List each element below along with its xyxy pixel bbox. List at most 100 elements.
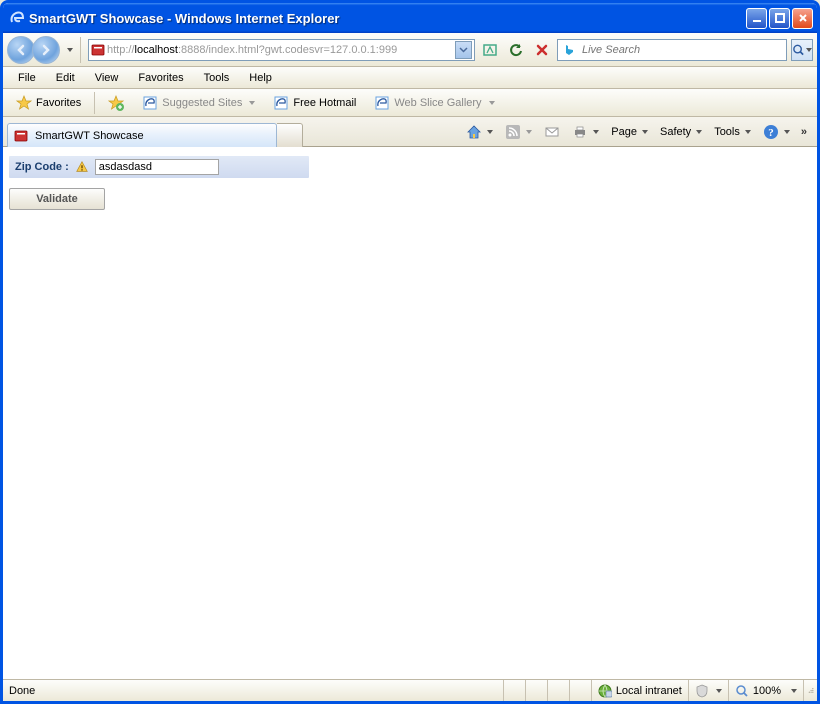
search-box[interactable] bbox=[557, 39, 787, 61]
svg-text:?: ? bbox=[768, 127, 774, 139]
ie-page-icon bbox=[142, 95, 158, 111]
web-slice-gallery-link[interactable]: Web Slice Gallery bbox=[367, 92, 501, 114]
print-button[interactable] bbox=[567, 121, 604, 143]
search-input[interactable] bbox=[580, 43, 782, 57]
status-slot bbox=[525, 680, 547, 701]
ie-logo-icon bbox=[9, 10, 25, 26]
forward-button[interactable] bbox=[32, 36, 60, 64]
overflow-button[interactable]: » bbox=[797, 126, 811, 138]
tools-label: Tools bbox=[714, 126, 740, 138]
maximize-button[interactable] bbox=[769, 8, 790, 29]
zip-code-row: Zip Code : bbox=[9, 156, 309, 178]
star-add-icon bbox=[108, 95, 124, 111]
chevron-down-icon bbox=[526, 130, 532, 134]
ie-page-icon bbox=[273, 95, 289, 111]
validate-button[interactable]: Validate bbox=[9, 188, 105, 210]
menu-file[interactable]: File bbox=[9, 69, 45, 87]
bing-icon bbox=[562, 43, 576, 57]
window-controls bbox=[746, 8, 813, 29]
security-zone[interactable]: Local intranet bbox=[591, 680, 688, 701]
favorites-bar: Favorites Suggested Sites Free Hotmail bbox=[3, 89, 817, 117]
safety-label: Safety bbox=[660, 126, 691, 138]
site-icon bbox=[14, 128, 30, 144]
window-title: SmartGWT Showcase - Windows Internet Exp… bbox=[29, 11, 746, 26]
compat-view-button[interactable] bbox=[479, 39, 501, 61]
globe-icon bbox=[598, 684, 612, 698]
chevron-down-icon bbox=[593, 130, 599, 134]
chevron-down-icon bbox=[696, 130, 702, 134]
close-button[interactable] bbox=[792, 8, 813, 29]
stop-button[interactable] bbox=[531, 39, 553, 61]
tab-label: SmartGWT Showcase bbox=[35, 130, 144, 142]
suggested-sites-label: Suggested Sites bbox=[162, 97, 242, 109]
chevron-down-icon bbox=[716, 689, 722, 693]
menu-bar: File Edit View Favorites Tools Help bbox=[3, 67, 817, 89]
chevron-down-icon bbox=[784, 130, 790, 134]
chevron-down-icon bbox=[745, 130, 751, 134]
zoom-control[interactable]: 100% bbox=[728, 680, 803, 701]
feeds-button[interactable] bbox=[500, 121, 537, 143]
warning-icon bbox=[75, 160, 89, 174]
protected-mode-button[interactable] bbox=[688, 680, 728, 701]
tab-bar: SmartGWT Showcase Page bbox=[3, 117, 817, 147]
favorites-label: Favorites bbox=[36, 97, 81, 109]
free-hotmail-label: Free Hotmail bbox=[293, 97, 356, 109]
menu-view[interactable]: View bbox=[86, 69, 128, 87]
back-button[interactable] bbox=[7, 36, 35, 64]
titlebar: SmartGWT Showcase - Windows Internet Exp… bbox=[3, 3, 817, 33]
separator bbox=[80, 37, 81, 63]
refresh-button[interactable] bbox=[505, 39, 527, 61]
tab-smartgwt-showcase[interactable]: SmartGWT Showcase bbox=[7, 123, 277, 147]
zoom-level-label: 100% bbox=[753, 685, 781, 697]
resize-grip[interactable] bbox=[803, 680, 817, 701]
zip-code-label: Zip Code : bbox=[15, 161, 69, 173]
add-to-favorites-button[interactable] bbox=[101, 92, 131, 114]
zoom-icon bbox=[735, 684, 749, 698]
status-slot bbox=[547, 680, 569, 701]
search-go-button[interactable] bbox=[791, 39, 813, 61]
chevron-down-icon bbox=[249, 101, 255, 105]
suggested-sites-link[interactable]: Suggested Sites bbox=[135, 92, 262, 114]
menu-help[interactable]: Help bbox=[240, 69, 281, 87]
menu-edit[interactable]: Edit bbox=[47, 69, 84, 87]
safety-menu-button[interactable]: Safety bbox=[655, 123, 707, 141]
read-mail-button[interactable] bbox=[539, 121, 565, 143]
nav-history-dropdown-icon[interactable] bbox=[67, 48, 73, 52]
free-hotmail-link[interactable]: Free Hotmail bbox=[266, 92, 363, 114]
address-dropdown-button[interactable] bbox=[455, 41, 472, 59]
shield-icon bbox=[695, 684, 709, 698]
menu-tools[interactable]: Tools bbox=[195, 69, 239, 87]
chevron-down-icon bbox=[487, 130, 493, 134]
status-slot bbox=[569, 680, 591, 701]
web-slice-label: Web Slice Gallery bbox=[394, 97, 481, 109]
zone-label: Local intranet bbox=[616, 685, 682, 697]
nav-bar: http://localhost:8888/index.html?gwt.cod… bbox=[3, 33, 817, 67]
favorites-button[interactable]: Favorites bbox=[9, 92, 88, 114]
new-tab-button[interactable] bbox=[277, 123, 303, 147]
page-label: Page bbox=[611, 126, 637, 138]
help-button[interactable]: ? bbox=[758, 121, 795, 143]
address-bar[interactable]: http://localhost:8888/index.html?gwt.cod… bbox=[88, 39, 475, 61]
chevron-down-icon bbox=[489, 101, 495, 105]
site-icon bbox=[91, 42, 107, 58]
star-icon bbox=[16, 95, 32, 111]
tools-menu-button[interactable]: Tools bbox=[709, 123, 756, 141]
status-text: Done bbox=[3, 680, 503, 701]
page-menu-button[interactable]: Page bbox=[606, 123, 653, 141]
home-button[interactable] bbox=[461, 121, 498, 143]
zip-code-input[interactable] bbox=[95, 159, 219, 175]
chevron-down-icon bbox=[791, 689, 797, 693]
separator bbox=[94, 92, 95, 114]
chevron-down-icon bbox=[642, 130, 648, 134]
browser-window: SmartGWT Showcase - Windows Internet Exp… bbox=[0, 0, 820, 704]
command-bar: Page Safety Tools ? » bbox=[461, 121, 811, 143]
address-url: http://localhost:8888/index.html?gwt.cod… bbox=[107, 44, 455, 56]
search-dropdown-icon[interactable] bbox=[806, 48, 812, 52]
status-done-label: Done bbox=[9, 685, 35, 697]
status-slot bbox=[503, 680, 525, 701]
page-content: Zip Code : Validate bbox=[3, 147, 817, 679]
minimize-button[interactable] bbox=[746, 8, 767, 29]
ie-page-icon bbox=[374, 95, 390, 111]
status-bar: Done Local intranet 100% bbox=[3, 679, 817, 701]
menu-favorites[interactable]: Favorites bbox=[129, 69, 192, 87]
